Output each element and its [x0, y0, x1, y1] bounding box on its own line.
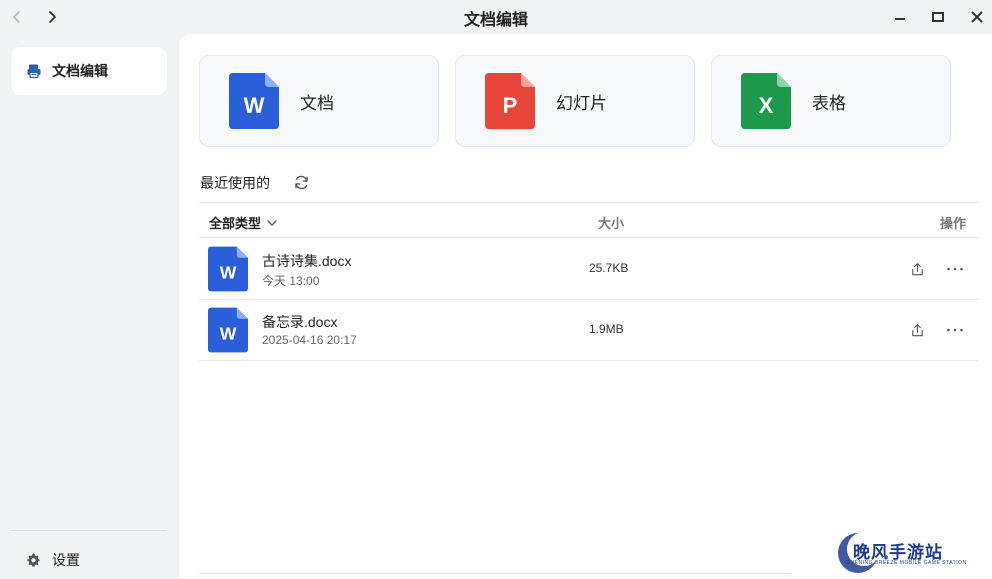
share-icon [911, 262, 923, 275]
file-date: 今天 13:00 [262, 274, 320, 288]
more-options-button[interactable] [944, 320, 966, 340]
recent-section-title: 最近使用的 [200, 175, 270, 191]
sidebar-item-doc-edit[interactable]: 文档编辑 [11, 47, 167, 95]
share-button[interactable] [907, 320, 927, 340]
new-slides-card[interactable]: P 幻灯片 [455, 55, 695, 147]
sidebar-divider [11, 530, 167, 531]
file-size: 1.9MB [589, 322, 624, 336]
powerpoint-file-icon: P [485, 73, 535, 129]
word-file-icon: W [229, 73, 279, 129]
window-title: 文档编辑 [463, 12, 528, 29]
refresh-icon [294, 175, 308, 189]
more-horizontal-icon [947, 267, 963, 271]
refresh-button[interactable] [291, 172, 311, 192]
card-label: 表格 [812, 93, 846, 113]
file-row[interactable]: W 古诗诗集.docx 今天 13:00 25.7KB [199, 239, 978, 300]
file-table-header: 全部类型 大小 操作 [199, 202, 978, 238]
maximize-icon [932, 12, 944, 22]
file-row[interactable]: W 备忘录.docx 2025-04-16 20:17 1.9MB [199, 300, 978, 361]
gear-icon [27, 552, 40, 567]
main-panel: W 文档 P 幻灯片 X 表格 最近使用的 全部类型 大小 操作 W 古诗诗集.… [179, 34, 992, 579]
watermark-subtext: EVENING BREEZE MOBILE GAME STATION [847, 560, 967, 566]
share-button[interactable] [907, 259, 927, 279]
settings-label: 设置 [52, 552, 80, 568]
svg-text:X: X [759, 93, 774, 118]
word-file-icon: W [208, 246, 248, 292]
watermark-logo: 晚风手游站 EVENING BREEZE MOBILE GAME STATION [835, 530, 967, 576]
file-date: 2025-04-16 20:17 [262, 333, 357, 347]
type-filter-dropdown[interactable]: 全部类型 [209, 213, 278, 232]
card-label: 幻灯片 [556, 93, 607, 113]
action-column-header: 操作 [940, 216, 967, 231]
share-icon [911, 323, 923, 336]
file-size: 25.7KB [589, 261, 629, 275]
excel-file-icon: X [741, 73, 791, 129]
more-options-button[interactable] [944, 259, 966, 279]
svg-text:P: P [503, 93, 518, 118]
new-document-card[interactable]: W 文档 [199, 55, 439, 147]
bottom-divider [199, 573, 791, 574]
minimize-icon [895, 18, 905, 20]
maximize-button[interactable] [926, 5, 950, 29]
svg-text:W: W [244, 93, 265, 118]
svg-text:W: W [220, 263, 237, 283]
printer-doc-icon [27, 64, 41, 79]
title-bar: 文档编辑 [0, 0, 992, 34]
svg-text:W: W [220, 324, 237, 344]
sidebar-item-settings[interactable]: 设置 [11, 544, 167, 576]
close-button[interactable] [965, 5, 989, 29]
card-label: 文档 [300, 93, 334, 113]
sidebar: 文档编辑 设置 [0, 34, 179, 579]
sidebar-item-label: 文档编辑 [52, 63, 108, 79]
file-name: 古诗诗集.docx [262, 253, 352, 269]
close-icon [971, 11, 983, 23]
size-column-header: 大小 [598, 216, 625, 231]
more-horizontal-icon [947, 328, 963, 332]
type-filter-label: 全部类型 [209, 216, 262, 231]
word-file-icon: W [208, 307, 248, 353]
minimize-button[interactable] [888, 5, 912, 29]
file-name: 备忘录.docx [262, 314, 338, 330]
new-spreadsheet-card[interactable]: X 表格 [711, 55, 951, 147]
chevron-down-icon [267, 219, 277, 226]
